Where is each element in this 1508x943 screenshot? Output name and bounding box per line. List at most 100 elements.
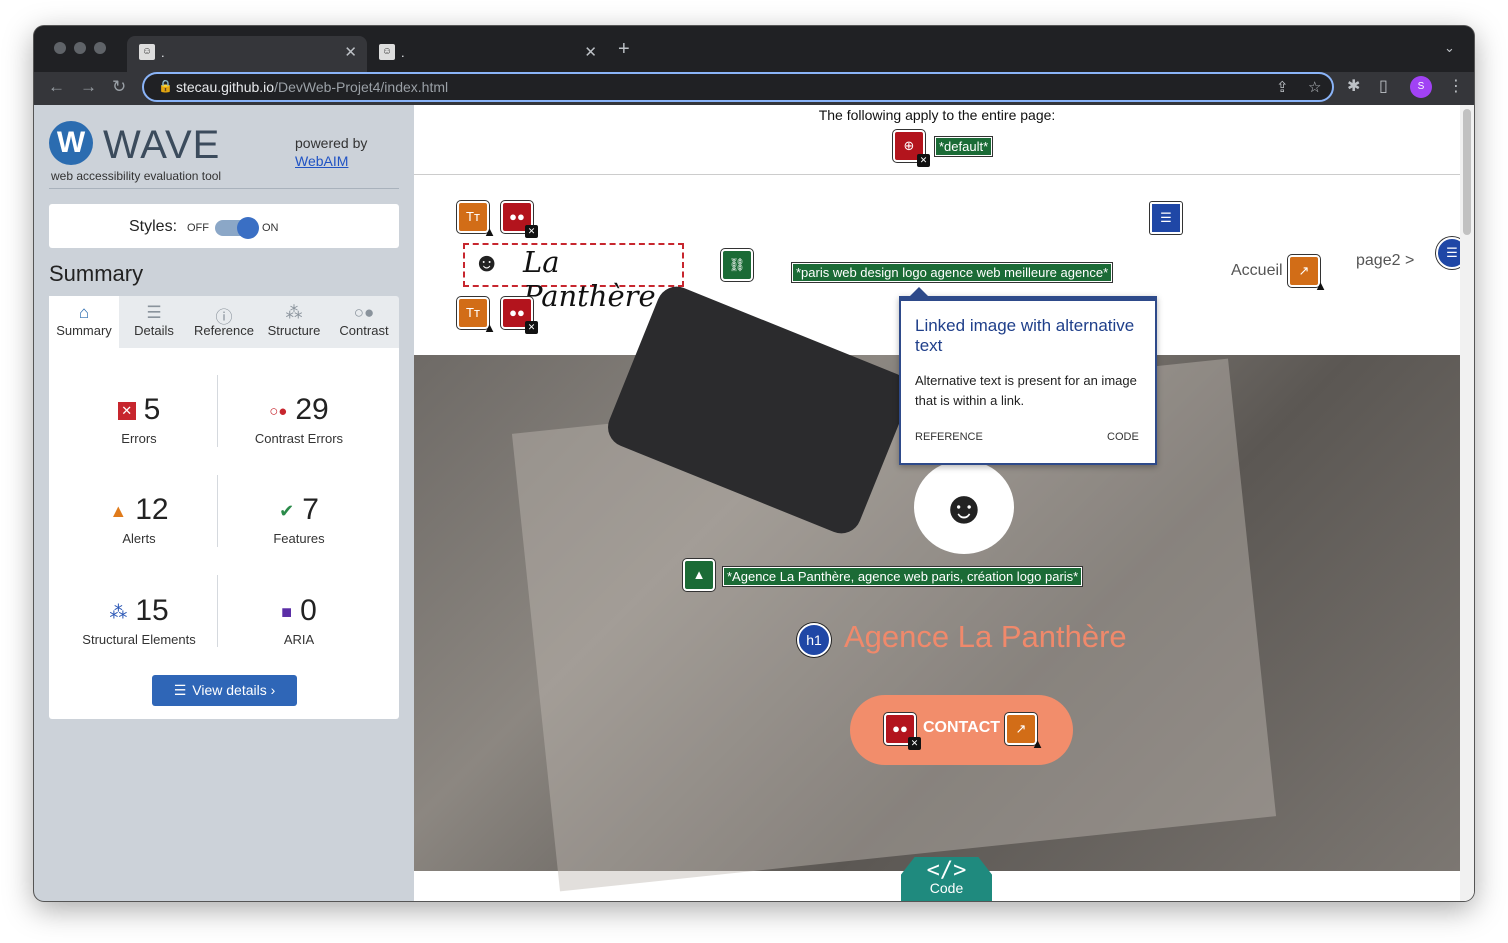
tab-label: Structure <box>267 323 321 338</box>
errors-stat[interactable]: ✕ 5 Errors <box>59 393 219 446</box>
structural-stat[interactable]: ⁂ 15 Structural Elements <box>59 594 219 647</box>
nav-home-link[interactable]: Accueil <box>1231 262 1283 280</box>
errors-label: Errors <box>121 431 157 446</box>
hierarchy-icon: ⁂ <box>285 303 303 322</box>
page-content: The following apply to the entire page: … <box>414 105 1474 901</box>
forward-arrow-icon[interactable]: → <box>80 77 97 97</box>
image-alt-feature-icon[interactable]: ▲ <box>683 559 715 591</box>
code-panel-toggle[interactable]: </> Code <box>901 857 992 901</box>
site-logo-link[interactable]: ☻ La Panthère <box>463 243 684 313</box>
tab-search-chevron-icon[interactable]: ⌄ <box>1444 40 1455 56</box>
menu-kebab-icon[interactable]: ⋮ <box>1448 76 1464 96</box>
hero-title: Agence La Panthère <box>844 619 1127 654</box>
aria-label: ARIA <box>283 632 315 647</box>
redundant-link-alert-icon[interactable]: ↗ ▲ <box>1005 713 1044 751</box>
panther-favicon-icon: ☺ <box>379 44 395 60</box>
redundant-link-alert-icon[interactable]: ↗ ▲ <box>1288 255 1327 293</box>
contrast-error-icon[interactable]: ●● ✕ <box>884 713 921 750</box>
wave-tabs: ⌂ Summary ☰ Details ⓘ Reference ⁂ Struct… <box>49 296 399 348</box>
alerts-count: 12 <box>135 493 169 526</box>
structural-count: 15 <box>135 594 169 627</box>
browser-tab[interactable]: ☺ . ✕ <box>367 36 607 72</box>
tooltip-arrow <box>909 287 929 297</box>
new-tab-button[interactable]: + <box>618 38 630 61</box>
contact-button[interactable]: ●● ✕ CONTACT ↗ ▲ <box>850 695 1073 765</box>
warning-badge: ▲ <box>1314 278 1327 293</box>
hero-alt-text: *Agence La Panthère, agence web paris, c… <box>723 567 1083 586</box>
contrast-errors-count: 29 <box>295 393 329 426</box>
panther-logo-icon: ☻ <box>473 247 501 277</box>
side-panel-icon[interactable]: ▯ <box>1379 76 1388 96</box>
features-label: Features <box>273 531 325 546</box>
banner-text: The following apply to the entire page: <box>818 107 1056 123</box>
tab-structure[interactable]: ⁂ Structure <box>259 296 329 348</box>
back-arrow-icon[interactable]: ← <box>48 77 65 97</box>
reload-icon[interactable]: ↻ <box>112 77 126 97</box>
error-x-badge: ✕ <box>525 321 538 334</box>
view-details-label: View details › <box>192 682 276 698</box>
styles-label: Styles: <box>129 218 178 235</box>
code-label: Code <box>929 880 964 896</box>
share-icon[interactable]: ⇪ <box>1276 78 1289 96</box>
page-scrollbar[interactable] <box>1460 105 1474 901</box>
tab-details[interactable]: ☰ Details <box>119 296 189 348</box>
tooltip-body: Alternative text is present for an image… <box>915 373 1137 408</box>
features-count: 7 <box>302 493 319 526</box>
address-bar[interactable]: 🔒 stecau.github.io/DevWeb-Projet4/index.… <box>142 72 1334 102</box>
extensions-puzzle-icon[interactable]: ✱ <box>1347 76 1360 96</box>
list-icon: ☰ <box>146 303 162 322</box>
alert-icon: ▲ <box>109 500 128 521</box>
linked-image-feature-icon[interactable]: ⛓ <box>721 249 753 281</box>
close-window-dot[interactable] <box>54 42 66 54</box>
logo-alt-text: *paris web design logo agence web meille… <box>792 263 1113 282</box>
profile-avatar[interactable]: S <box>1410 76 1432 98</box>
contrast-error-icon[interactable]: ●● ✕ <box>501 201 538 238</box>
tab-close-icon[interactable]: ✕ <box>584 43 597 61</box>
styles-toggle-box: Styles: OFF ON <box>49 204 399 248</box>
image-icon: ▲ <box>692 567 706 582</box>
tab-close-icon[interactable]: ✕ <box>344 43 357 61</box>
tab-contrast[interactable]: ○● Contrast <box>329 296 399 348</box>
contrast-error-icon[interactable]: ●● ✕ <box>501 297 538 334</box>
tab-label: Reference <box>194 323 254 338</box>
features-stat[interactable]: ✔ 7 Features <box>219 493 379 546</box>
alerts-label: Alerts <box>122 531 156 546</box>
alerts-stat[interactable]: ▲ 12 Alerts <box>59 493 219 546</box>
aria-stat[interactable]: ■ 0 ARIA <box>219 594 379 647</box>
tooltip-code-link[interactable]: CODE <box>1107 431 1139 443</box>
tab-title: . <box>161 45 165 60</box>
text-alert-icon[interactable]: Tт ▲ <box>457 297 496 335</box>
language-tag: *default* <box>935 137 993 156</box>
bookmark-star-icon[interactable]: ☆ <box>1308 78 1321 96</box>
h1-structure-icon[interactable]: h1 <box>797 623 831 657</box>
page-level-banner: The following apply to the entire page: … <box>414 105 1460 175</box>
wave-subtitle: web accessibility evaluation tool <box>51 169 222 183</box>
url-text: stecau.github.io/DevWeb-Projet4/index.ht… <box>176 79 448 95</box>
structure-icon: ⁂ <box>109 601 128 622</box>
tab-bar: ☺ . ✕ ☺ . ✕ + ⌄ <box>34 26 1474 72</box>
styles-toggle[interactable] <box>215 217 259 239</box>
minimize-window-dot[interactable] <box>74 42 86 54</box>
maximize-window-dot[interactable] <box>94 42 106 54</box>
error-x-badge: ✕ <box>917 154 930 167</box>
list-icon: ☰ <box>1160 210 1172 225</box>
tab-label: Details <box>134 323 174 338</box>
language-error-icon[interactable]: ⊕ ✕ <box>893 130 930 167</box>
browser-tab-active[interactable]: ☺ . ✕ <box>127 36 367 72</box>
tab-reference[interactable]: ⓘ Reference <box>189 296 259 348</box>
contrast-errors-stat[interactable]: ○● 29 Contrast Errors <box>219 393 379 446</box>
tab-summary[interactable]: ⌂ Summary <box>49 296 119 348</box>
view-details-button[interactable]: ☰ View details › <box>152 675 297 706</box>
warning-badge: ▲ <box>483 320 496 335</box>
styles-off-label: OFF <box>187 222 209 234</box>
wave-wordmark: WAVE <box>103 123 221 167</box>
error-icon: ✕ <box>117 402 136 421</box>
webaim-link[interactable]: WebAIM <box>295 153 367 169</box>
scrollbar-thumb[interactable] <box>1463 109 1471 235</box>
nav-page2-link[interactable]: page2 > <box>1356 252 1414 270</box>
tooltip-reference-link[interactable]: REFERENCE <box>915 431 983 443</box>
linked-image-icon: ⛓ <box>728 257 746 272</box>
text-alert-icon[interactable]: Tт ▲ <box>457 201 496 239</box>
navigation-structure-icon[interactable]: ☰ <box>1150 202 1182 234</box>
url-path: /DevWeb-Projet4/index.html <box>274 79 449 95</box>
